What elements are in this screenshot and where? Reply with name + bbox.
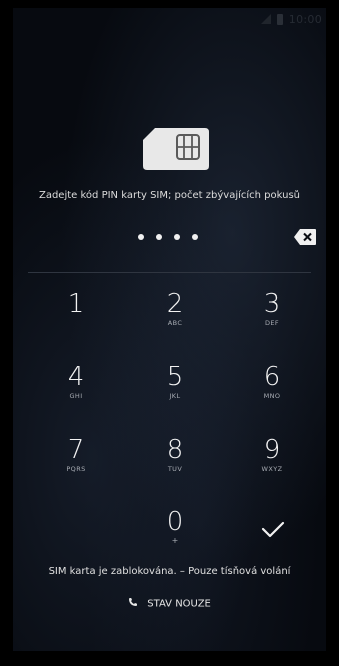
key-9[interactable]: 9 WXYZ [237, 435, 307, 493]
key-6[interactable]: 6 MNO [237, 362, 307, 420]
backspace-icon[interactable] [293, 228, 317, 246]
phone-icon [128, 597, 138, 610]
emergency-label: STAV NOUZE [147, 598, 211, 610]
emergency-call-button[interactable]: STAV NOUZE [13, 597, 326, 610]
lock-screen: 10:00 Zadejte kód PIN karty SIM; počet z… [13, 8, 326, 651]
key-0[interactable]: 0 + [140, 507, 210, 565]
checkmark-icon [261, 521, 285, 538]
key-4[interactable]: 4 GHI [41, 362, 111, 420]
signal-icon [260, 14, 271, 24]
pin-dots [138, 234, 198, 240]
battery-icon [276, 13, 283, 25]
enter-button[interactable] [243, 511, 303, 561]
status-bar: 10:00 [260, 8, 326, 30]
pin-dot [174, 234, 180, 240]
phone-frame: 10:00 Zadejte kód PIN karty SIM; počet z… [0, 0, 339, 666]
key-2[interactable]: 2 ABC [140, 289, 210, 347]
pin-dot [138, 234, 144, 240]
pin-entry-row [13, 226, 326, 250]
key-7[interactable]: 7 PQRS [41, 435, 111, 493]
sim-locked-message: SIM karta je zablokována. – Pouze tísňov… [48, 566, 291, 577]
pin-prompt: Zadejte kód PIN karty SIM; počet zbývají… [38, 190, 301, 201]
key-1[interactable]: 1 [41, 289, 111, 347]
divider [28, 272, 311, 273]
key-3[interactable]: 3 DEF [237, 289, 307, 347]
status-time: 10:00 [288, 12, 322, 26]
key-8[interactable]: 8 TUV [140, 435, 210, 493]
pin-dot [156, 234, 162, 240]
pin-dot [192, 234, 198, 240]
key-5[interactable]: 5 JKL [140, 362, 210, 420]
sim-card-icon [143, 128, 213, 170]
